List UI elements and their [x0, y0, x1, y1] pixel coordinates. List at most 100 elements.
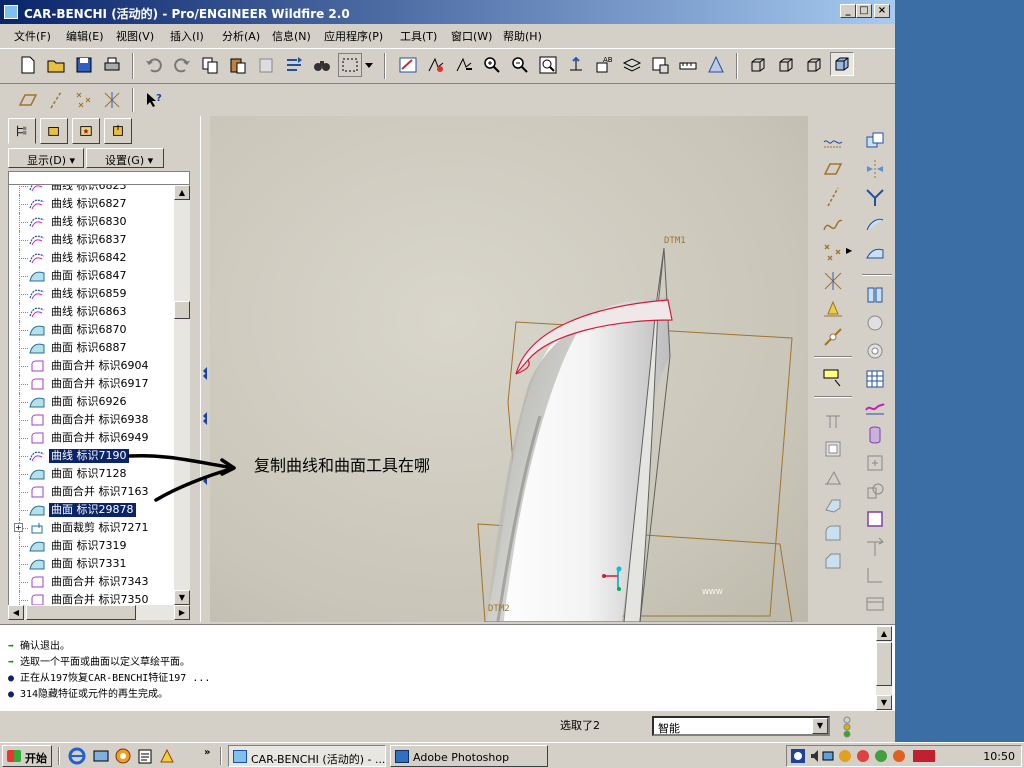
spin-center-icon[interactable] — [424, 53, 448, 77]
tree-item[interactable]: 曲面 标识7319 — [9, 537, 174, 555]
datum-point-tool-icon[interactable] — [820, 240, 846, 266]
menu-analysis[interactable]: 分析(A) — [222, 28, 260, 44]
extend-tool-icon[interactable] — [862, 240, 888, 266]
mirror-tool-icon[interactable] — [862, 156, 888, 182]
tree-item[interactable]: 曲面合并 标识7350 — [9, 591, 174, 605]
tree-item[interactable]: 曲线 标识6842 — [9, 249, 174, 267]
tree-item[interactable]: 曲面合并 标识6917 — [9, 375, 174, 393]
menu-window[interactable]: 窗口(W) — [451, 28, 492, 44]
menu-insert[interactable]: 插入(I) — [170, 28, 204, 44]
tree-item[interactable]: 曲面 标识6870 — [9, 321, 174, 339]
menu-help[interactable]: 帮助(H) — [503, 28, 542, 44]
task-proe[interactable]: CAR-BENCHI (活动的) - ... — [228, 745, 386, 767]
variable-sweep-icon[interactable] — [862, 338, 888, 364]
round-tool-icon[interactable] — [820, 520, 846, 546]
scroll-up-arrow-icon[interactable]: ▲ — [174, 185, 190, 200]
context-help-icon[interactable]: ? — [142, 88, 166, 112]
internet-explorer-icon[interactable] — [68, 747, 86, 765]
merge-tool-icon[interactable] — [862, 184, 888, 210]
tree-item[interactable]: 曲线 标识6823 — [9, 185, 174, 195]
notepad-icon[interactable] — [136, 747, 154, 765]
find-binoculars-icon[interactable] — [310, 53, 334, 77]
view-orient-icon[interactable] — [564, 53, 588, 77]
coord-sys-tool-icon[interactable] — [820, 268, 846, 294]
quicklaunch-chevron-icon[interactable]: » — [204, 747, 210, 758]
restore-button[interactable]: □ — [856, 4, 872, 18]
shell-tool-icon[interactable] — [820, 436, 846, 462]
cylinder-tool-icon[interactable] — [862, 422, 888, 448]
annotation-tool-icon[interactable] — [820, 364, 846, 390]
scroll-right-arrow-icon[interactable]: ▶ — [174, 605, 190, 620]
settings-dropdown[interactable]: 设置(G) ▾ — [86, 148, 164, 168]
selection-filter-select[interactable]: 智能 ▼ — [652, 716, 830, 736]
show-desktop-icon[interactable] — [92, 747, 110, 765]
paste-special-icon[interactable] — [254, 53, 278, 77]
paste-icon[interactable] — [226, 53, 250, 77]
graphics-viewport[interactable]: WWW DTM1 DTM2 — [210, 116, 808, 622]
tree-vertical-scrollbar[interactable]: ▲ ▼ — [174, 185, 190, 605]
copy-feature-icon[interactable] — [862, 128, 888, 154]
menu-view[interactable]: 视图(V) — [116, 28, 154, 44]
tree-item[interactable]: 曲线 标识6830 — [9, 213, 174, 231]
open-folder-icon[interactable] — [44, 53, 68, 77]
task-photoshop[interactable]: Adobe Photoshop — [390, 745, 548, 767]
tree-item[interactable]: 曲面合并 标识6949 — [9, 429, 174, 447]
hscroll-thumb[interactable] — [26, 605, 136, 620]
layers-icon[interactable] — [620, 53, 644, 77]
tray-app2-icon[interactable] — [875, 750, 887, 762]
wrap-tool-icon[interactable] — [862, 562, 888, 588]
tree-item[interactable]: 曲线 标识6863 — [9, 303, 174, 321]
folder-browser-tab[interactable] — [40, 118, 68, 144]
menu-applications[interactable]: 应用程序(P) — [324, 28, 383, 44]
offset-curve-icon[interactable] — [820, 324, 846, 350]
title-bar[interactable]: CAR-BENCHI (活动的) - Pro/ENGINEER Wildfire… — [0, 0, 895, 24]
menu-tools[interactable]: 工具(T) — [400, 28, 437, 44]
extrude-tool-icon[interactable] — [862, 282, 888, 308]
boundary-blend-icon[interactable] — [862, 366, 888, 392]
msg-scroll-down-arrow-icon[interactable]: ▼ — [876, 695, 892, 710]
menu-info[interactable]: 信息(N) — [272, 28, 311, 44]
tree-item[interactable]: 曲线 标识6859 — [9, 285, 174, 303]
datum-curve-tool-icon[interactable] — [820, 212, 846, 238]
datum-axis-display-icon[interactable] — [44, 88, 68, 112]
tray-lang-icon[interactable] — [913, 750, 935, 762]
tray-volume-icon[interactable] — [811, 750, 818, 762]
media-player-icon[interactable] — [114, 747, 132, 765]
rib-tool-icon[interactable] — [820, 464, 846, 490]
tree-expand-toggle[interactable]: + — [14, 523, 23, 532]
start-button[interactable]: 开始 — [2, 745, 52, 767]
datum-point-display-icon[interactable] — [72, 88, 96, 112]
print-icon[interactable] — [100, 53, 124, 77]
connections-tab[interactable] — [104, 118, 132, 144]
tree-item[interactable]: 曲面 标识6887 — [9, 339, 174, 357]
tree-item[interactable]: + 曲面裁剪 标识7271 — [9, 519, 174, 537]
wireframe-icon[interactable] — [746, 53, 770, 77]
tray-network-icon[interactable] — [822, 751, 834, 761]
regenerate-icon[interactable] — [282, 53, 306, 77]
scroll-left-arrow-icon[interactable]: ◀ — [8, 605, 24, 620]
menu-file[interactable]: 文件(F) — [14, 28, 51, 44]
model-display-icon[interactable] — [704, 53, 728, 77]
new-file-icon[interactable] — [16, 53, 40, 77]
datum-plane-tool-icon[interactable] — [820, 156, 846, 182]
tree-item[interactable]: 曲面合并 标识6938 — [9, 411, 174, 429]
show-dropdown[interactable]: 显示(D) ▾ — [8, 148, 84, 168]
undo-icon[interactable] — [142, 53, 166, 77]
refit-icon[interactable] — [536, 53, 560, 77]
datum-axis-tool-icon[interactable] — [820, 184, 846, 210]
shading-icon[interactable] — [830, 52, 854, 76]
copy-icon[interactable] — [198, 53, 222, 77]
saved-views-icon[interactable]: AB — [592, 53, 616, 77]
filter-dropdown-arrow-icon[interactable]: ▼ — [812, 718, 828, 734]
hidden-line-icon[interactable] — [774, 53, 798, 77]
trim-tool-icon[interactable] — [862, 212, 888, 238]
tree-horizontal-scrollbar[interactable]: ◀ ▶ — [8, 605, 190, 620]
measure-icon[interactable] — [676, 53, 700, 77]
coord-sys-display-icon[interactable] — [100, 88, 124, 112]
redo-icon[interactable] — [170, 53, 194, 77]
draft-tool-icon[interactable] — [820, 492, 846, 518]
save-icon[interactable] — [72, 53, 96, 77]
project-tool-icon[interactable] — [862, 534, 888, 560]
tree-item[interactable]: 曲面合并 标识7343 — [9, 573, 174, 591]
msg-scroll-up-arrow-icon[interactable]: ▲ — [876, 626, 892, 641]
